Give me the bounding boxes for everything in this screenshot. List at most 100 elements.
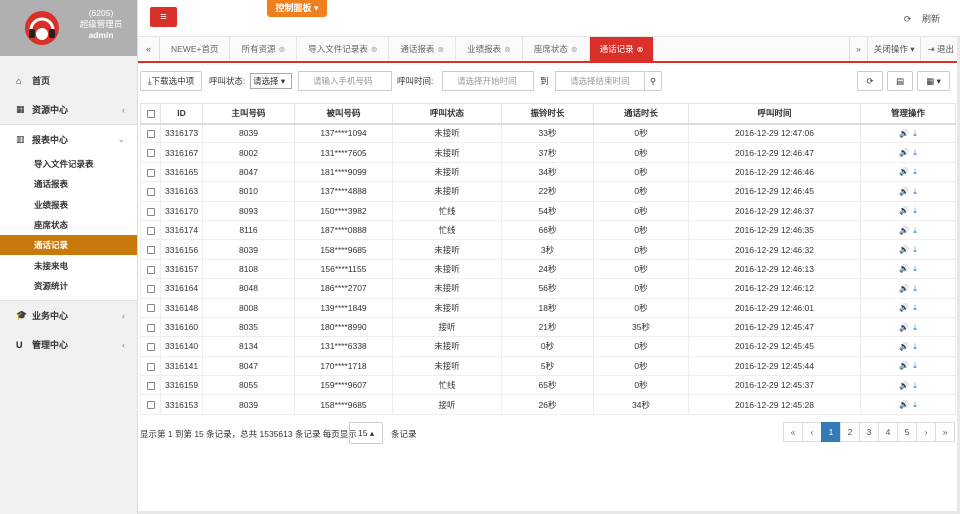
- table-row[interactable]: 3316160 8035 180****8990 接听 21秒 35秒 2016-12-29…: [140, 316, 956, 338]
- download-icon[interactable]: ⤓: [913, 148, 917, 157]
- sidebar-item-business-center[interactable]: 🎓 业务中心 ‹: [0, 301, 137, 330]
- row-select-cell[interactable]: [140, 239, 161, 260]
- col-header-ring-duration[interactable]: 振铃时长: [501, 103, 594, 125]
- checkbox[interactable]: [146, 323, 155, 332]
- table-row[interactable]: 3316141 8047 170****1718 未接听 5秒 0秒 2016-12-29 …: [140, 355, 956, 377]
- download-icon[interactable]: ⤓: [913, 129, 917, 138]
- download-icon[interactable]: ⤓: [913, 167, 917, 176]
- play-audio-icon[interactable]: 🔊: [899, 148, 909, 157]
- row-select-cell[interactable]: [140, 336, 161, 357]
- submenu-call-report[interactable]: 通话报表: [0, 174, 137, 194]
- row-select-cell[interactable]: [140, 161, 161, 183]
- play-audio-icon[interactable]: 🔊: [899, 342, 909, 351]
- play-audio-icon[interactable]: 🔊: [899, 167, 909, 176]
- play-audio-icon[interactable]: 🔊: [899, 361, 909, 370]
- play-audio-icon[interactable]: 🔊: [899, 264, 909, 273]
- download-icon[interactable]: ⤓: [913, 303, 917, 312]
- checkbox[interactable]: [146, 343, 155, 352]
- col-header-status[interactable]: 呼叫状态: [392, 103, 502, 125]
- download-icon[interactable]: ⤓: [913, 245, 917, 254]
- tab-6[interactable]: 通话记录 ⊗: [589, 37, 655, 61]
- download-icon[interactable]: ⤓: [913, 361, 917, 370]
- sidebar-item-resource-center[interactable]: ▦ 资源中心 ‹: [0, 95, 137, 124]
- tab-scroll-left-button[interactable]: «: [138, 37, 160, 61]
- sidebar-item-admin-center[interactable]: U 管理中心 ‹: [0, 330, 137, 359]
- page-button[interactable]: 1: [821, 422, 841, 442]
- page-button[interactable]: 3: [859, 422, 879, 442]
- play-audio-icon[interactable]: 🔊: [899, 226, 909, 235]
- row-select-cell[interactable]: [140, 142, 161, 163]
- play-audio-icon[interactable]: 🔊: [899, 303, 909, 312]
- phone-number-input[interactable]: 请输入手机号码: [298, 71, 392, 91]
- row-select-cell[interactable]: [140, 200, 161, 221]
- checkbox[interactable]: [146, 110, 155, 118]
- row-select-cell[interactable]: [140, 258, 161, 280]
- table-row[interactable]: 3316167 8002 131****7605 未接听 37秒 0秒 2016-12-29…: [140, 142, 956, 163]
- page-button[interactable]: «: [783, 422, 803, 442]
- close-operations-button[interactable]: 关闭操作 ▾: [866, 37, 921, 61]
- page-button[interactable]: 4: [878, 422, 898, 442]
- page-button[interactable]: ‹: [802, 422, 822, 442]
- table-row[interactable]: 3316173 8039 137****1094 未接听 33秒 0秒 2016-12-29…: [140, 122, 956, 144]
- submenu-agent-status[interactable]: 座席状态: [0, 215, 137, 235]
- toggle-view-button[interactable]: ▤: [887, 71, 913, 91]
- checkbox[interactable]: [146, 226, 155, 235]
- table-row[interactable]: 3316140 8134 131****6338 未接听 0秒 0秒 2016-12-29 …: [140, 336, 956, 357]
- checkbox[interactable]: [146, 304, 155, 313]
- download-icon[interactable]: ⤓: [913, 400, 917, 409]
- row-select-cell[interactable]: [140, 297, 161, 318]
- checkbox[interactable]: [146, 168, 155, 177]
- tab-2[interactable]: 导入文件记录表 ⊗: [297, 37, 390, 61]
- close-icon[interactable]: ⊗: [437, 45, 444, 54]
- checkbox[interactable]: [146, 362, 155, 371]
- page-button[interactable]: 2: [840, 422, 860, 442]
- tab-scroll-right-button[interactable]: »: [849, 37, 867, 61]
- sidebar-item-home[interactable]: ⌂ 首页: [0, 66, 137, 95]
- download-icon[interactable]: ⤓: [913, 264, 917, 273]
- play-audio-icon[interactable]: 🔊: [899, 323, 909, 332]
- play-audio-icon[interactable]: 🔊: [899, 381, 909, 390]
- search-button[interactable]: ⚲: [645, 71, 662, 91]
- col-header-callee[interactable]: 被叫号码: [294, 103, 393, 125]
- submenu-resource-stats[interactable]: 资源统计: [0, 276, 137, 296]
- download-icon[interactable]: ⤓: [913, 206, 917, 215]
- checkbox[interactable]: [146, 401, 155, 410]
- close-icon[interactable]: ⊗: [504, 45, 511, 54]
- table-row[interactable]: 3316159 8055 159****9607 忙线 65秒 0秒 2016-12-29 …: [140, 375, 956, 396]
- submenu-missed-calls[interactable]: 未接来电: [0, 255, 137, 275]
- call-status-select[interactable]: 请选择 ▾: [250, 73, 292, 89]
- play-audio-icon[interactable]: 🔊: [899, 206, 909, 215]
- sidebar-item-report-center[interactable]: ▥ 报表中心 ⌄: [0, 125, 137, 154]
- table-row[interactable]: 3316174 8116 187****0888 忙线 66秒 0秒 2016-12-29 …: [140, 219, 956, 241]
- table-refresh-button[interactable]: ⟳: [857, 71, 883, 91]
- table-row[interactable]: 3316156 8039 158****9685 未接听 3秒 0秒 2016-12-29 …: [140, 239, 956, 260]
- profile-name[interactable]: admin: [66, 30, 136, 41]
- close-icon[interactable]: ⊗: [278, 45, 285, 54]
- download-icon[interactable]: ⤓: [913, 323, 917, 332]
- download-icon[interactable]: ⤓: [913, 284, 917, 293]
- checkbox[interactable]: [146, 188, 155, 197]
- checkbox[interactable]: [146, 130, 155, 139]
- col-header-talk-duration[interactable]: 通话时长: [593, 103, 689, 125]
- control-panel-button[interactable]: 控制面板 ▾: [267, 0, 327, 17]
- submenu-import-log[interactable]: 导入文件记录表: [0, 154, 137, 174]
- play-audio-icon[interactable]: 🔊: [899, 400, 909, 409]
- logout-button[interactable]: ⇥ 退出: [920, 37, 960, 61]
- col-header-id[interactable]: ID: [160, 103, 203, 125]
- checkbox[interactable]: [146, 246, 155, 255]
- checkbox[interactable]: [146, 207, 155, 216]
- checkbox[interactable]: [146, 285, 155, 294]
- play-audio-icon[interactable]: 🔊: [899, 284, 909, 293]
- play-audio-icon[interactable]: 🔊: [899, 245, 909, 254]
- row-select-cell[interactable]: [140, 219, 161, 241]
- row-select-cell[interactable]: [140, 355, 161, 377]
- table-row[interactable]: 3316157 8108 156****1155 未接听 24秒 0秒 2016-12-29…: [140, 258, 956, 280]
- submenu-performance-report[interactable]: 业绩报表: [0, 195, 137, 215]
- row-select-cell[interactable]: [140, 316, 161, 338]
- page-button[interactable]: ›: [916, 422, 936, 442]
- start-time-input[interactable]: 请选择开始时间: [442, 71, 534, 91]
- table-row[interactable]: 3316165 8047 181****9099 未接听 34秒 0秒 2016-12-29…: [140, 161, 956, 183]
- select-all-checkbox[interactable]: [140, 103, 161, 125]
- tab-4[interactable]: 业绩报表 ⊗: [456, 37, 523, 61]
- tab-5[interactable]: 座席状态 ⊗: [523, 37, 590, 61]
